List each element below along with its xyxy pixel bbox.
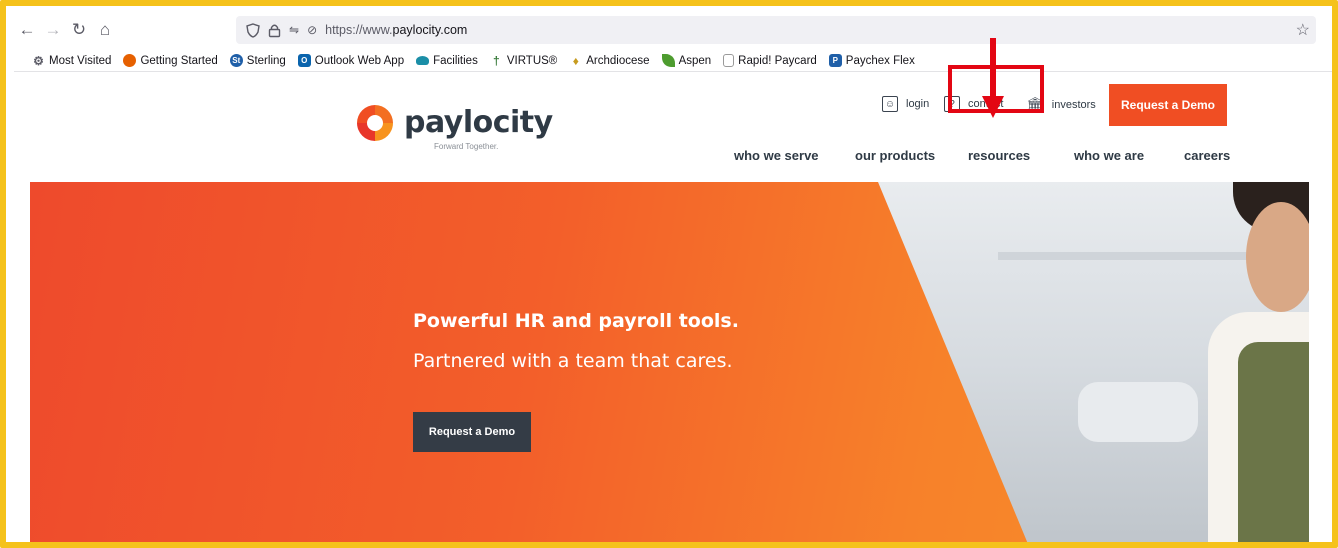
- back-arrow-icon[interactable]: ←: [14, 17, 40, 43]
- firefox-icon: [123, 54, 137, 67]
- sterling-icon: St: [229, 54, 243, 67]
- bookmark-virtus[interactable]: † VIRTUS®: [490, 53, 558, 68]
- page-icon: [723, 54, 735, 67]
- bookmark-label: Most Visited: [49, 54, 112, 67]
- bookmark-outlook[interactable]: O Outlook Web App: [297, 54, 405, 67]
- url-text[interactable]: https://www.paylocity.com: [325, 23, 467, 37]
- bookmark-getting-started[interactable]: Getting Started: [123, 54, 218, 67]
- nav-our-products[interactable]: our products: [855, 148, 935, 163]
- home-icon[interactable]: ⌂: [92, 17, 118, 43]
- lock-icon[interactable]: [268, 23, 281, 38]
- bookmark-paychex-flex[interactable]: P Paychex Flex: [828, 54, 915, 67]
- screenshot-frame: ← → ↻ ⌂ ⇋ ⊘ https://www.paylocity.com ☆ …: [0, 0, 1338, 548]
- red-arrow-annotation: [990, 38, 996, 100]
- tracking-blocked-icon[interactable]: ⊘: [307, 23, 317, 37]
- reload-icon[interactable]: ↻: [66, 17, 92, 43]
- hero-title: Powerful HR and payroll tools.: [413, 310, 739, 332]
- leaf-icon: [661, 54, 675, 67]
- forward-arrow-icon[interactable]: →: [40, 17, 66, 43]
- archdiocese-icon: ♦: [572, 53, 579, 68]
- bookmarks-bar: ⚙ Most Visited Getting Started St Sterli…: [14, 50, 1332, 72]
- paylocity-logo[interactable]: paylocity: [354, 102, 553, 144]
- user-icon: ☺: [882, 96, 898, 112]
- bookmark-sterling[interactable]: St Sterling: [229, 54, 286, 67]
- investors-label: investors: [1051, 98, 1096, 111]
- bookmark-facilities[interactable]: Facilities: [416, 55, 478, 67]
- address-bar[interactable]: ⇋ ⊘ https://www.paylocity.com ☆: [236, 16, 1316, 44]
- gear-icon: ⚙: [33, 53, 44, 68]
- permissions-icon[interactable]: ⇋: [289, 23, 299, 37]
- bookmark-label: Facilities: [433, 54, 478, 67]
- virtus-icon: †: [492, 53, 500, 68]
- cloud-icon: [416, 56, 430, 65]
- paylocity-logo-icon: [354, 102, 396, 144]
- nav-resources[interactable]: resources: [968, 148, 1030, 163]
- login-link[interactable]: ☺ login: [882, 96, 929, 112]
- site-header: paylocity Forward Together. ☺ login ? co…: [14, 74, 1332, 182]
- bookmark-label: Getting Started: [140, 54, 218, 67]
- logo-tagline: Forward Together.: [434, 142, 499, 151]
- bookmark-aspen[interactable]: Aspen: [661, 54, 712, 67]
- bookmark-label: Outlook Web App: [314, 54, 405, 67]
- nav-who-we-serve[interactable]: who we serve: [734, 148, 819, 163]
- bookmark-label: Rapid! Paycard: [738, 54, 817, 67]
- nav-who-we-are[interactable]: who we are: [1074, 148, 1144, 163]
- shield-icon[interactable]: [246, 22, 260, 38]
- bookmark-star-icon[interactable]: ☆: [1296, 20, 1310, 40]
- nav-careers[interactable]: careers: [1184, 148, 1230, 163]
- request-demo-hero-button[interactable]: Request a Demo: [413, 412, 531, 452]
- outlook-icon: O: [297, 54, 311, 67]
- page-right-gutter: [1309, 74, 1332, 542]
- bookmark-label: Aspen: [678, 54, 712, 67]
- hero-subtitle: Partnered with a team that cares.: [413, 350, 733, 372]
- bookmark-most-visited[interactable]: ⚙ Most Visited: [32, 53, 112, 68]
- bookmark-label: Paychex Flex: [845, 54, 915, 67]
- bookmark-label: VIRTUS®: [506, 54, 558, 67]
- bookmark-rapid-paycard[interactable]: Rapid! Paycard: [723, 54, 817, 67]
- bookmark-label: Archdiocese: [586, 54, 650, 67]
- paychex-icon: P: [828, 54, 842, 67]
- request-demo-header-button[interactable]: Request a Demo: [1109, 84, 1227, 126]
- login-label: login: [906, 98, 930, 110]
- photo-apron: [1238, 342, 1309, 542]
- bookmark-label: Sterling: [246, 54, 286, 67]
- hero-banner: Powerful HR and payroll tools. Partnered…: [30, 182, 1309, 542]
- logo-wordmark: paylocity: [404, 105, 553, 140]
- photo-face: [1246, 202, 1309, 312]
- photo-mixer: [1078, 382, 1198, 442]
- bookmark-archdiocese[interactable]: ♦ Archdiocese: [569, 53, 650, 68]
- browser-toolbar: ← → ↻ ⌂ ⇋ ⊘ https://www.paylocity.com ☆: [14, 14, 1332, 46]
- red-arrow-head: [982, 96, 1004, 118]
